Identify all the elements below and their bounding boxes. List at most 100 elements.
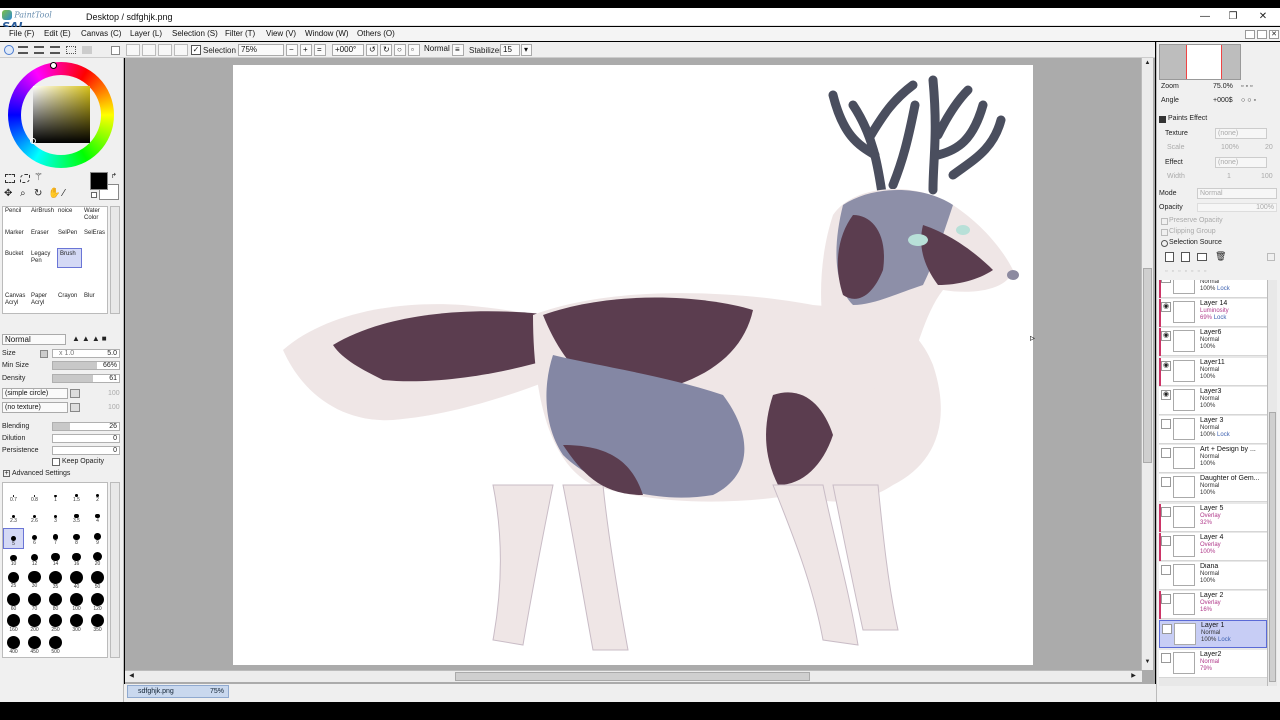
scratchpad-icon[interactable]: [82, 46, 92, 54]
document-tab[interactable]: sdfghjk.png 75%: [127, 685, 229, 698]
tool-seleras[interactable]: SelEras: [84, 230, 105, 236]
brush-texture-dropdown[interactable]: (no texture): [2, 402, 68, 413]
brush-size-preset[interactable]: 10: [3, 550, 24, 571]
new-linework-layer-icon[interactable]: [1181, 252, 1190, 262]
visibility-eye-icon[interactable]: [1162, 624, 1172, 635]
panel-close-icon[interactable]: ✕: [1269, 30, 1279, 39]
brush-size-preset[interactable]: 80: [45, 592, 66, 614]
minimize-button[interactable]: —: [1190, 10, 1220, 24]
flip-button[interactable]: ▫: [408, 44, 420, 56]
brush-mode-dropdown[interactable]: Normal: [2, 334, 66, 345]
swatches-icon[interactable]: [66, 46, 76, 54]
brush-size-preset[interactable]: 50: [87, 571, 108, 592]
shape-settings-icon[interactable]: [70, 389, 80, 398]
blend-options-button[interactable]: ≡: [452, 44, 464, 56]
size-slider[interactable]: x 1.0 5.0: [52, 349, 120, 358]
color-sliders-icon[interactable]: [18, 46, 28, 54]
hsv-sliders-icon[interactable]: [34, 46, 44, 54]
visibility-eye-icon[interactable]: ◉: [1161, 280, 1171, 283]
zoom-reset-button[interactable]: =: [314, 44, 326, 56]
visibility-eye-icon[interactable]: [1161, 477, 1171, 488]
visibility-eye-icon[interactable]: ◉: [1161, 389, 1171, 400]
layer-row[interactable]: ◉ Layer6 Normal 100%: [1159, 328, 1267, 357]
visibility-eye-icon[interactable]: [1161, 535, 1171, 546]
advanced-expand-icon[interactable]: +: [3, 470, 10, 477]
layer-row[interactable]: Layer2 Normal 79%: [1159, 649, 1267, 678]
brush-size-preset[interactable]: 2.3: [3, 507, 24, 528]
nav-zoom-buttons[interactable]: ▫▫▫: [1241, 83, 1277, 93]
delete-layer-icon[interactable]: 🗑: [1215, 251, 1226, 262]
magic-wand-icon[interactable]: ⚚: [34, 172, 43, 183]
blend-mode-dropdown[interactable]: Normal: [422, 44, 452, 56]
hide-selection-button[interactable]: [158, 44, 172, 56]
preserve-opacity-checkbox[interactable]: [1161, 218, 1168, 225]
layer-list-scrollbar[interactable]: [1267, 280, 1277, 686]
menu-window[interactable]: Window (W): [305, 29, 349, 38]
layer-row[interactable]: Layer 5 Overlay 32%: [1159, 503, 1267, 532]
brush-size-preset[interactable]: 14: [45, 550, 66, 571]
vertical-scroll-thumb[interactable]: [1143, 268, 1152, 463]
brush-size-preset[interactable]: 2: [87, 485, 108, 506]
tool-canvas-acryl[interactable]: Canvas Acryl: [5, 293, 27, 307]
brush-size-preset[interactable]: 70: [24, 592, 45, 614]
layer-options-icon[interactable]: [1267, 253, 1275, 261]
visibility-eye-icon[interactable]: ◉: [1161, 302, 1171, 313]
scroll-left-icon[interactable]: ◀: [127, 672, 136, 681]
brush-size-preset[interactable]: 8: [66, 528, 87, 549]
brush-size-preset[interactable]: 160: [3, 614, 24, 635]
new-folder-icon[interactable]: [1197, 253, 1207, 261]
brush-size-preset[interactable]: 0.7: [3, 485, 24, 506]
horizontal-scroll-thumb[interactable]: [455, 672, 810, 681]
transparent-color-icon[interactable]: [91, 192, 97, 198]
layer-mode-dropdown[interactable]: Normal: [1197, 188, 1277, 199]
layer-row[interactable]: Daughter of Gem... Normal 100%: [1159, 474, 1267, 503]
brush-shape-dropdown[interactable]: (simple circle): [2, 388, 68, 399]
brush-size-preset[interactable]: 450: [24, 635, 45, 657]
rotate-reset-button[interactable]: ○: [394, 44, 406, 56]
menu-file[interactable]: File (F): [9, 29, 34, 38]
nav-rotate-buttons[interactable]: ○○▫: [1241, 97, 1277, 107]
rect-select-icon[interactable]: [5, 174, 15, 183]
visibility-eye-icon[interactable]: [1161, 565, 1171, 575]
layer-row[interactable]: Layer 2 Overlay 16%: [1159, 591, 1267, 620]
menu-canvas[interactable]: Canvas (C): [81, 29, 121, 38]
visibility-eye-icon[interactable]: [1161, 652, 1171, 663]
rotate-icon[interactable]: ↻: [34, 188, 42, 199]
crop-button[interactable]: [174, 44, 188, 56]
layer-scroll-thumb[interactable]: [1269, 412, 1276, 682]
tool-pencil[interactable]: Pencil: [5, 208, 21, 214]
selection-checkbox[interactable]: ✓: [191, 45, 201, 55]
brush-size-preset[interactable]: 3: [45, 507, 66, 528]
tool-selpen[interactable]: SelPen: [58, 230, 77, 236]
visibility-eye-icon[interactable]: ◉: [1161, 331, 1171, 342]
layer-row[interactable]: Layer 3 Normal 100% Lock: [1159, 416, 1267, 444]
brush-size-preset[interactable]: 25: [3, 571, 24, 592]
maximize-button[interactable]: ❐: [1218, 10, 1248, 24]
scroll-right-icon[interactable]: ▶: [1129, 672, 1138, 681]
visibility-eye-icon[interactable]: [1161, 448, 1171, 459]
blending-slider[interactable]: 26: [52, 422, 120, 431]
visibility-eye-icon[interactable]: [1161, 419, 1171, 429]
canvas-document[interactable]: [233, 65, 1033, 665]
size-lock-icon[interactable]: [40, 350, 48, 358]
brush-size-preset[interactable]: 350: [87, 614, 108, 635]
texture-settings-icon[interactable]: [70, 403, 80, 412]
rgb-sliders-icon[interactable]: [50, 46, 60, 54]
brush-size-preset[interactable]: 400: [3, 635, 24, 657]
menu-others[interactable]: Others (O): [357, 29, 395, 38]
tool-marker[interactable]: Marker: [5, 230, 24, 236]
clipping-group-checkbox[interactable]: [1161, 229, 1168, 236]
brush-size-preset[interactable]: 120: [87, 592, 108, 614]
brush-size-preset[interactable]: 3.5: [66, 507, 87, 528]
deselect-button[interactable]: [126, 44, 140, 56]
brush-size-preset[interactable]: 1.5: [66, 485, 87, 506]
layer-row[interactable]: ◉ Layer 14 Luminosity 69% Lock: [1159, 299, 1267, 328]
layer-row[interactable]: ◉ Layer3 Normal 100%: [1159, 386, 1267, 415]
layer-row[interactable]: Diana Normal 100%: [1159, 562, 1267, 590]
new-layer-icon[interactable]: [1165, 252, 1174, 262]
lasso-icon[interactable]: [20, 174, 30, 183]
tool-scrollbar[interactable]: [110, 206, 120, 314]
layer-row[interactable]: Art + Design by ... Normal 100%: [1159, 445, 1267, 474]
tool-bucket[interactable]: Bucket: [5, 251, 23, 257]
dilution-slider[interactable]: 0: [52, 434, 120, 443]
